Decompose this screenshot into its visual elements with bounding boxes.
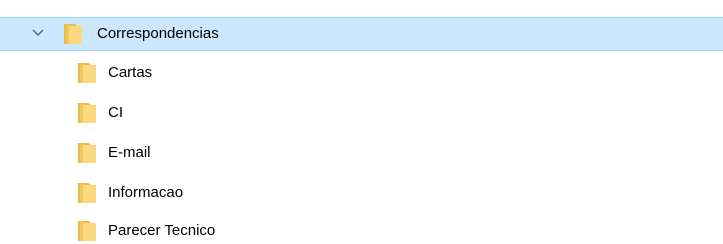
- folder-icon: [77, 182, 97, 204]
- tree-node-label: Parecer Tecnico: [108, 222, 216, 239]
- folder-icon: [77, 62, 97, 84]
- tree-node-label: Correspondencias: [97, 25, 219, 42]
- tree-node-informacao[interactable]: Informacao: [0, 177, 723, 211]
- tree-node-parecer-tecnico[interactable]: Parecer Tecnico: [0, 215, 723, 244]
- tree-node-label: CI: [108, 104, 123, 121]
- tree-node-label: Cartas: [108, 64, 153, 81]
- tree-node-ci[interactable]: CI: [0, 97, 723, 131]
- folder-icon: [77, 142, 97, 164]
- tree-node-label: Informacao: [108, 184, 184, 201]
- tree-node-correspondencias[interactable]: Correspondencias: [0, 17, 723, 51]
- folder-icon: [77, 220, 97, 242]
- tree-node-e-mail[interactable]: E-mail: [0, 137, 723, 171]
- folder-icon: [77, 102, 97, 124]
- folder-icon: [63, 23, 83, 45]
- tree-node-cartas[interactable]: Cartas: [0, 57, 723, 91]
- chevron-down-icon[interactable]: [31, 26, 45, 40]
- tree-node-label: E-mail: [108, 144, 151, 161]
- folder-tree: Correspondencias Cartas CI E-mail Inform…: [0, 0, 723, 244]
